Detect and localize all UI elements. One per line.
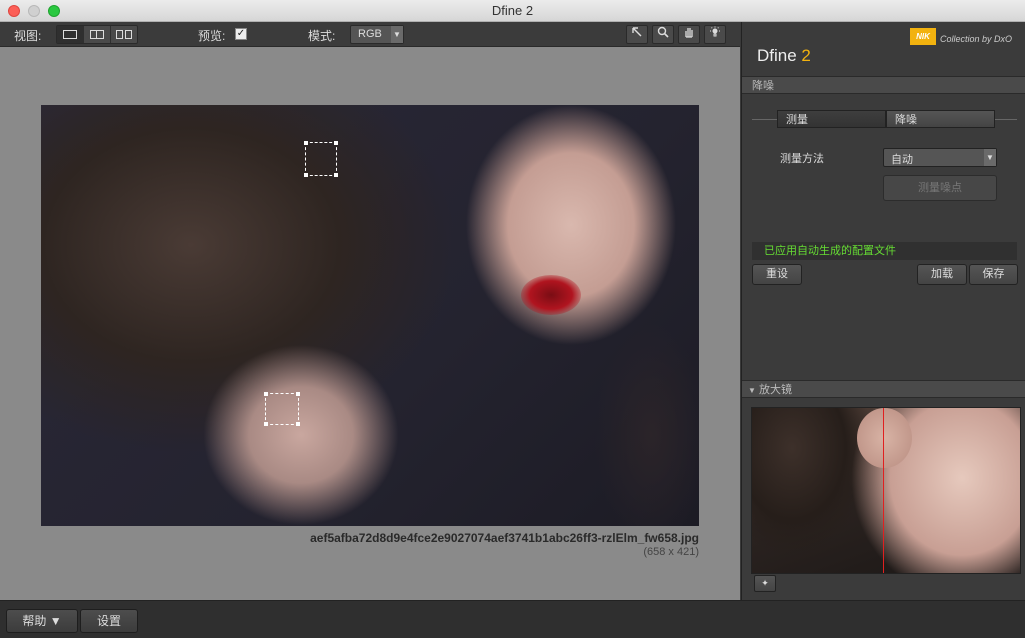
loupe-section-header[interactable]: ▼ 放大镜 — [742, 380, 1025, 398]
preview-label: 预览: — [198, 29, 226, 43]
measure-method-label: 测量方法 — [780, 153, 824, 165]
mode-label: 模式: — [308, 29, 336, 43]
loupe-preview[interactable] — [751, 407, 1021, 574]
panel-title-version: 2 — [801, 46, 811, 65]
save-button[interactable]: 保存 — [969, 264, 1018, 285]
light-tool-button[interactable] — [704, 25, 726, 44]
bottom-bar: 帮助 ▼ 设置 — [0, 600, 1025, 638]
measure-method-value: 自动 — [891, 154, 913, 166]
control-panel: NIK Collection by DxO Dfine 2 降噪 测量 降噪 测… — [741, 22, 1025, 600]
photo-detail — [521, 275, 581, 315]
tab-measure[interactable]: 测量 — [777, 110, 886, 128]
window-title: Dfine 2 — [491, 3, 534, 18]
arrow-tool-icon — [632, 27, 642, 37]
hand-tool-button[interactable] — [678, 25, 700, 44]
split-view-button[interactable] — [84, 26, 111, 43]
noise-reduction-section-header[interactable]: 降噪 — [742, 76, 1025, 94]
window-titlebar: Dfine 2 — [0, 0, 1025, 22]
arrow-tool-button[interactable] — [626, 25, 648, 44]
hand-tool-icon — [685, 28, 693, 38]
image-filename: aef5afba72d8d9e4fce2e9027074aef3741b1abc… — [310, 531, 699, 545]
tab-reduce-noise[interactable]: 降噪 — [886, 110, 995, 128]
side-by-side-view-icon — [116, 30, 132, 39]
triangle-down-icon: ▼ — [748, 386, 756, 395]
reset-button[interactable]: 重设 — [752, 264, 802, 285]
chevron-down-icon: ▼ — [391, 26, 403, 43]
loupe-detail — [857, 408, 912, 468]
mode-select-value: RGB — [358, 28, 382, 40]
side-by-side-view-button[interactable] — [111, 26, 137, 43]
image-dimensions: (658 x 421) — [643, 546, 699, 558]
preview-checkbox[interactable]: ✓ — [235, 28, 247, 40]
single-view-icon — [63, 30, 77, 39]
tab-divider — [995, 119, 1017, 120]
panel-title: Dfine 2 — [757, 46, 811, 66]
load-button[interactable]: 加载 — [917, 264, 967, 285]
view-mode-group — [56, 25, 138, 44]
chevron-down-icon: ▼ — [984, 149, 996, 166]
zoom-tool-icon — [657, 26, 669, 38]
panel-title-name: Dfine — [757, 46, 797, 65]
photo-preview[interactable] — [41, 105, 699, 526]
loupe-split-line[interactable] — [883, 408, 884, 573]
pin-loupe-button[interactable]: ✦ — [754, 575, 776, 592]
light-tool-icon — [710, 26, 720, 37]
noise-reduction-section-label: 降噪 — [752, 80, 774, 92]
top-toolbar: 视图: 预览: ✓ 模式: RGB ▼ — [0, 22, 740, 47]
noise-tabs: 测量 降噪 — [777, 110, 995, 128]
collection-by-dxo-text: Collection by DxO — [940, 34, 1013, 44]
measure-noise-button[interactable]: 测量噪点 — [883, 175, 997, 201]
pin-icon: ✦ — [761, 578, 769, 588]
measure-method-select[interactable]: 自动 ▼ — [883, 148, 997, 167]
mode-select[interactable]: RGB ▼ — [350, 25, 404, 44]
image-canvas[interactable]: aef5afba72d8d9e4fce2e9027074aef3741b1abc… — [0, 47, 740, 600]
status-message: 已应用自动生成的配置文件 — [752, 242, 1017, 260]
split-view-icon — [90, 30, 104, 39]
view-label: 视图: — [14, 29, 42, 43]
nik-logo: NIK — [910, 28, 936, 45]
help-button[interactable]: 帮助 ▼ — [6, 609, 78, 633]
single-view-button[interactable] — [57, 26, 84, 43]
noise-measurement-marker[interactable] — [304, 141, 338, 177]
loupe-section-label: 放大镜 — [758, 384, 792, 396]
tab-divider — [752, 119, 777, 120]
zoom-tool-button[interactable] — [652, 25, 674, 44]
settings-button[interactable]: 设置 — [80, 609, 138, 633]
noise-measurement-marker[interactable] — [264, 392, 300, 426]
